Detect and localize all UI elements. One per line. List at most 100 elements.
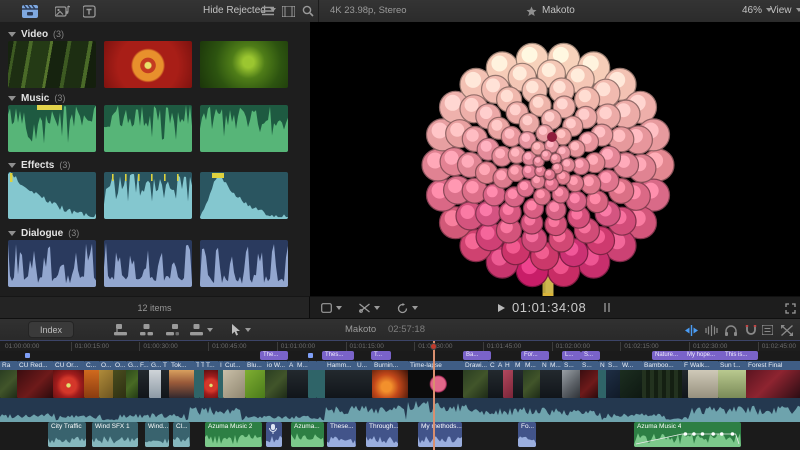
timeline-clip[interactable]: Tok... (169, 361, 195, 398)
fullscreen-icon[interactable] (782, 297, 798, 319)
timeline-clip[interactable]: Drawi... (463, 361, 489, 398)
audio-clip[interactable]: My methods... (418, 422, 462, 447)
index-button[interactable]: Index (28, 321, 74, 338)
timeline-clip[interactable]: S... (606, 361, 621, 398)
timeline-marker-chip[interactable]: T... (371, 351, 391, 360)
viewer-view-menu[interactable]: View (770, 0, 800, 22)
tool-select-arrow-icon[interactable] (228, 319, 254, 341)
timeline-project-name[interactable]: Makoto (345, 319, 376, 341)
browser-clip-thumbnail[interactable] (104, 41, 192, 88)
connect-clip-icon[interactable] (110, 319, 130, 341)
insert-clip-icon[interactable] (136, 319, 156, 341)
search-icon[interactable] (300, 0, 316, 22)
browser-clip-thumbnail[interactable] (200, 41, 288, 88)
timeline-clip[interactable]: Burnin... (372, 361, 409, 398)
section-header-video[interactable]: Video(3) (8, 28, 64, 40)
timeline-clip[interactable]: S... (562, 361, 581, 398)
viewer-zoom-control[interactable]: 46% (742, 0, 772, 22)
timeline-marker-chip[interactable]: Ba... (463, 351, 491, 360)
timeline-clip[interactable]: S... (580, 361, 599, 398)
timeline-marker-chip[interactable]: The... (260, 351, 288, 360)
skimming-icon[interactable] (682, 319, 700, 341)
share-icon[interactable] (778, 319, 796, 341)
browser-clip-thumbnail[interactable] (8, 240, 96, 287)
snapping-icon[interactable] (742, 319, 760, 341)
audio-clip[interactable]: Wind SFX 1 (92, 422, 138, 447)
audio-clip[interactable]: Azuma... (291, 422, 324, 447)
section-header-effects[interactable]: Effects(3) (8, 159, 70, 171)
play-button[interactable] (498, 304, 505, 312)
timeline-appearance-icon[interactable] (760, 319, 774, 341)
audio-clip[interactable]: City Traffic (48, 422, 86, 447)
audio-clip[interactable]: Wind... (145, 422, 169, 447)
section-header-dialogue[interactable]: Dialogue(3) (8, 227, 79, 239)
timeline-clip[interactable]: io W... (265, 361, 288, 398)
disclosure-triangle-icon[interactable] (8, 32, 16, 37)
timeline-clip[interactable]: M... (523, 361, 541, 398)
browser-clip-thumbnail[interactable] (200, 240, 288, 287)
audio-meters-icon[interactable] (604, 303, 606, 312)
disclosure-triangle-icon[interactable] (8, 231, 16, 236)
timeline-clip[interactable]: W... (620, 361, 643, 398)
audio-clip[interactable] (266, 422, 282, 447)
titles-generators-sidebar-icon[interactable] (78, 0, 102, 22)
browser-clip-thumbnail[interactable] (8, 41, 96, 88)
disclosure-triangle-icon[interactable] (8, 96, 16, 101)
timeline-clip[interactable]: Forest Final (746, 361, 800, 398)
timeline-marker-chip[interactable]: This is... (722, 351, 758, 360)
timeline-clip[interactable]: T... (204, 361, 219, 398)
media-import-icon[interactable] (18, 0, 42, 22)
append-clip-icon[interactable] (162, 319, 182, 341)
audio-clip[interactable]: Cl... (173, 422, 190, 447)
zoom-fit-button[interactable] (320, 297, 342, 319)
audio-clip[interactable]: These... (327, 422, 356, 447)
timeline-marker-icon[interactable] (308, 353, 313, 358)
timeline-clip[interactable]: Cut... (223, 361, 246, 398)
disclosure-triangle-icon[interactable] (8, 163, 16, 168)
timeline-marker-chip[interactable]: L... (562, 351, 581, 360)
timeline-clip[interactable]: Sun t... (718, 361, 747, 398)
timeline-marker-chip[interactable]: Thes... (322, 351, 354, 360)
filmstrip-view-icon[interactable] (280, 0, 296, 22)
solo-icon[interactable] (722, 319, 740, 341)
photos-audio-sidebar-icon[interactable] (50, 0, 74, 22)
timeline-marker-chip[interactable]: S... (581, 351, 600, 360)
browser-clip-thumbnail[interactable] (104, 105, 192, 152)
tools-button[interactable] (358, 297, 380, 319)
timeline-clip[interactable]: CU Or... (53, 361, 85, 398)
timeline-clip[interactable]: M... (548, 361, 563, 398)
timeline-clip[interactable]: Hamm... (325, 361, 356, 398)
timeline-clip[interactable]: C... (84, 361, 100, 398)
timeline-clip[interactable]: CU Red... (17, 361, 54, 398)
browser-clip-thumbnail[interactable] (8, 172, 96, 219)
timeline-clip[interactable]: M... (295, 361, 309, 398)
browser-clip-thumbnail[interactable] (200, 172, 288, 219)
viewer-timecode[interactable]: 01:01:34:08 (512, 300, 586, 315)
section-header-music[interactable]: Music(3) (8, 92, 65, 104)
playhead[interactable] (433, 341, 435, 450)
timeline-clip[interactable]: Walk... (688, 361, 719, 398)
browser-clip-thumbnail[interactable] (200, 105, 288, 152)
timeline-marker-icon[interactable] (25, 353, 30, 358)
timeline-clip[interactable]: O... (113, 361, 127, 398)
timeline-clip[interactable]: Bamboo... (642, 361, 683, 398)
retime-button[interactable] (396, 297, 418, 319)
playhead-handle[interactable] (430, 343, 437, 350)
timeline-clip[interactable]: U... (355, 361, 373, 398)
audio-skimming-icon[interactable] (702, 319, 720, 341)
audio-clip[interactable]: Azuma Music 2 (205, 422, 262, 447)
audio-clip[interactable]: Fo... (518, 422, 536, 447)
browser-clip-thumbnail[interactable] (104, 240, 192, 287)
timeline-marker-chip[interactable]: My hope... (684, 351, 725, 360)
audio-clip[interactable]: Through... (366, 422, 398, 447)
timeline-clip[interactable]: Ra (0, 361, 18, 398)
timeline-clip[interactable]: Time-lapse (408, 361, 464, 398)
timeline-clip[interactable]: Blu... (245, 361, 266, 398)
audio-clip[interactable]: Azuma Music 4 (634, 422, 741, 447)
clip-appearance-icon[interactable] (260, 0, 276, 22)
browser-clip-thumbnail[interactable] (8, 105, 96, 152)
browser-clip-thumbnail[interactable] (104, 172, 192, 219)
timeline-marker-chip[interactable]: For... (521, 351, 549, 360)
timeline-marker-chip[interactable]: Nature... (652, 351, 687, 360)
timeline-clip[interactable]: O... (99, 361, 114, 398)
